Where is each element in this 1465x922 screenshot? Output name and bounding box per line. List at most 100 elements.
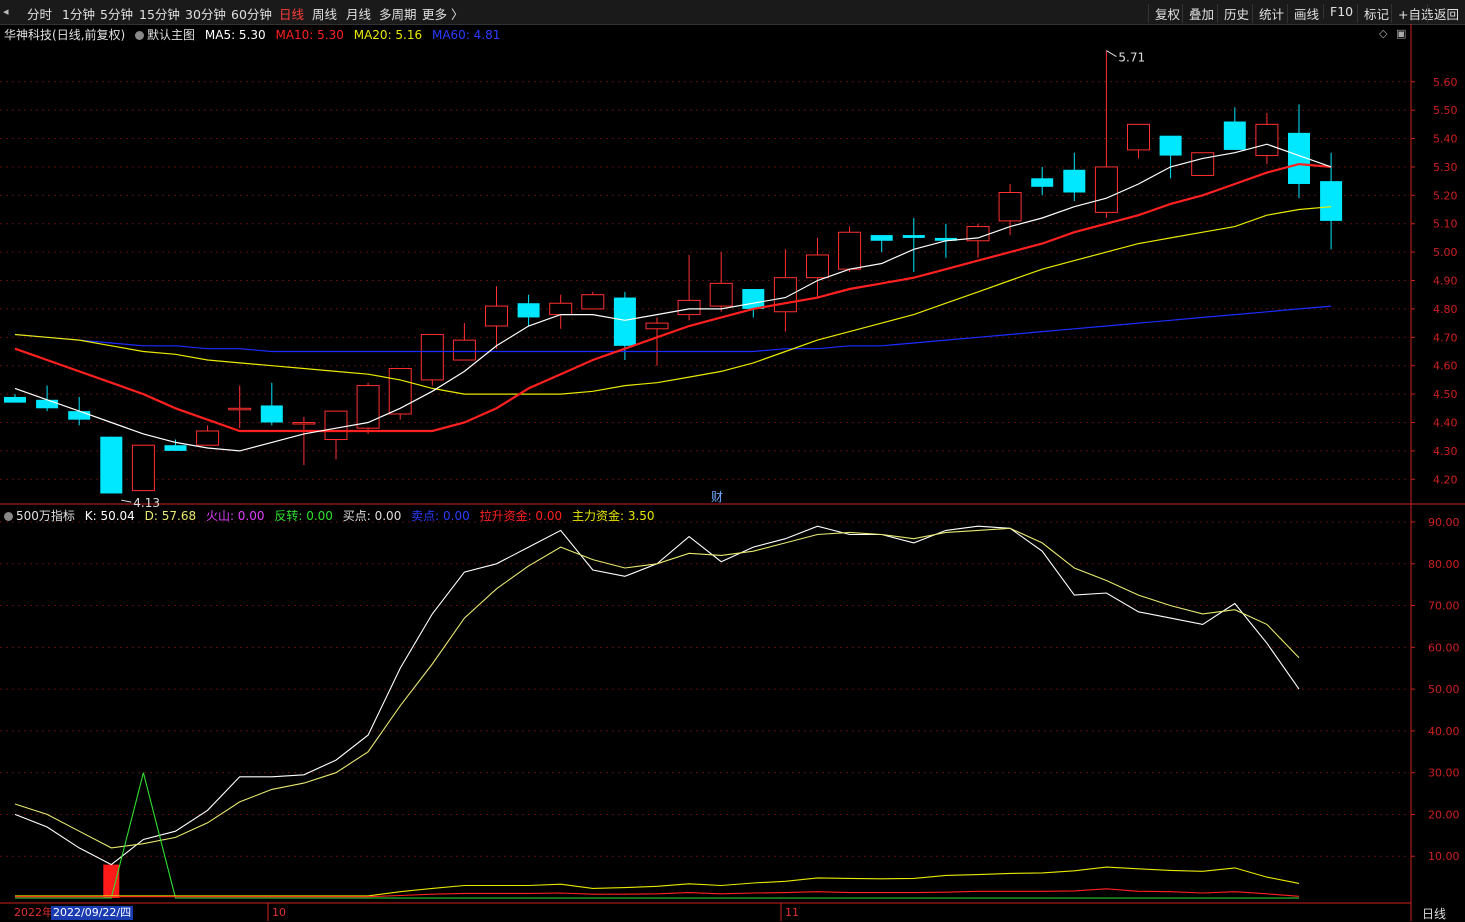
candle-body-up xyxy=(388,368,412,415)
high-marker-line xyxy=(1106,50,1117,57)
kline-chart[interactable]: 5.60 5.50 5.40 5.30 5.20 5.10 5.00 4.90 4.80 4.70… xyxy=(0,0,1465,921)
y-tick-label: 4.50 xyxy=(1433,388,1458,401)
candle-body-up xyxy=(420,333,444,381)
x-axis-month-label: 11 xyxy=(785,906,799,919)
candle-body-up xyxy=(645,322,669,330)
y-tick-label: 30.00 xyxy=(1428,767,1460,780)
indicator-legend: 500万指标 K: 50.04 D: 57.68 火山: 0.00 反转: 0.… xyxy=(4,507,661,524)
y-tick-label: 40.00 xyxy=(1428,725,1460,738)
ma10-value: MA10: 5.30 xyxy=(275,28,344,42)
series-主力资金 xyxy=(15,866,1300,897)
series-D xyxy=(14,527,1300,849)
y-tick-label: 70.00 xyxy=(1428,600,1460,613)
stock-name[interactable]: 华神科技 xyxy=(4,28,52,42)
indicator-dropdown-icon[interactable] xyxy=(4,512,13,521)
chart-mode: (日线,前复权) xyxy=(52,28,126,42)
zhuli-value: 主力资金: 3.50 xyxy=(571,509,655,523)
candle-body-up xyxy=(196,430,220,446)
y-tick-label: 4.80 xyxy=(1433,303,1458,316)
candle-body-down xyxy=(870,235,893,241)
ma60-value: MA60: 4.81 xyxy=(431,28,501,42)
y-tick-label: 4.20 xyxy=(1433,473,1458,486)
candle-body-down xyxy=(1223,121,1246,150)
candle-body-up xyxy=(1255,123,1279,157)
series-反转 xyxy=(15,772,1299,899)
y-tick-label: 50.00 xyxy=(1428,683,1460,696)
candle-body-up xyxy=(709,282,733,307)
y-tick-label: 60.00 xyxy=(1428,641,1460,654)
y-tick-label: 5.10 xyxy=(1433,218,1458,231)
y-tick-label: 5.50 xyxy=(1433,104,1458,117)
candle-body-down xyxy=(1031,178,1054,187)
candle-body-down xyxy=(100,436,123,494)
template-dropdown-icon[interactable] xyxy=(135,31,145,40)
candle-body-up xyxy=(677,299,701,316)
candle-body-up xyxy=(228,407,252,411)
candle-body-up xyxy=(838,231,862,270)
maidian2-value: 卖点: 0.00 xyxy=(411,509,470,523)
red-bar xyxy=(103,864,120,898)
indicator-name[interactable]: 500万指标 xyxy=(16,509,75,523)
candle-body-down xyxy=(4,396,26,403)
candle-body-up xyxy=(452,339,476,361)
template-name[interactable]: 默认主图 xyxy=(147,28,195,42)
candle-body-up xyxy=(324,410,348,441)
y-tick-label: 4.40 xyxy=(1433,416,1458,429)
y-tick-label: 4.60 xyxy=(1433,360,1458,373)
candle-body-up xyxy=(356,385,380,429)
candle-body-down xyxy=(1320,181,1343,221)
y-tick-label: 90.00 xyxy=(1428,516,1460,529)
candle-body-up xyxy=(998,191,1022,222)
candle-body-up xyxy=(1191,152,1215,176)
candle-body-up xyxy=(549,302,573,316)
y-tick-label: 10.00 xyxy=(1428,850,1460,863)
ma60-line xyxy=(14,305,1332,353)
period-indicator[interactable]: 日线 xyxy=(1422,905,1446,922)
series-K xyxy=(14,525,1300,866)
maidian-value: 买点: 0.00 xyxy=(342,509,402,523)
huoshan-value: 火山: 0.00 xyxy=(205,509,265,523)
y-tick-label: 80.00 xyxy=(1428,558,1460,571)
main-chart-legend: 华神科技(日线,前复权) 默认主图 MA5: 5.30 MA10: 5.30 M… xyxy=(4,26,506,43)
ma5-value: MA5: 5.30 xyxy=(204,28,266,42)
lasheng-value: 拉升资金: 0.00 xyxy=(479,509,563,523)
candle-body-up xyxy=(581,294,605,310)
candle-body-down xyxy=(1063,169,1086,193)
candle-body-up xyxy=(773,277,797,313)
low-marker-line xyxy=(121,499,132,503)
finance-marker: 财 xyxy=(711,490,723,504)
candle-body-up xyxy=(485,305,508,327)
ma5-line xyxy=(14,143,1332,452)
candle-body-down xyxy=(68,411,91,420)
candle-body-down xyxy=(742,289,765,309)
y-tick-label: 5.00 xyxy=(1433,246,1458,259)
ma20-value: MA20: 5.16 xyxy=(353,28,423,42)
candle-body-up xyxy=(1094,166,1118,213)
window-toggle-icon[interactable]: ▣ xyxy=(1396,27,1406,40)
candle-body-down xyxy=(902,235,925,238)
candle-body-up xyxy=(806,254,829,279)
y-tick-label: 5.30 xyxy=(1433,161,1458,174)
diamond-icon[interactable]: ◇ xyxy=(1379,27,1387,40)
k-value: K: 50.04 xyxy=(84,509,135,523)
y-tick-label: 4.30 xyxy=(1433,445,1458,458)
y-tick-label: 5.20 xyxy=(1433,189,1458,202)
candle-body-up xyxy=(131,444,155,492)
y-tick-label: 4.90 xyxy=(1433,275,1458,288)
candle-body-down xyxy=(164,445,187,451)
cursor-date-label: 2022/09/22/四 xyxy=(51,906,134,920)
candle-body-down xyxy=(613,297,636,346)
candle-body-down xyxy=(517,303,540,318)
candle-body-down xyxy=(1159,135,1182,156)
y-tick-label: 5.40 xyxy=(1433,133,1458,146)
candle-body-down xyxy=(260,405,283,423)
x-axis-month-label: 10 xyxy=(272,906,286,919)
candle-body-up xyxy=(292,421,316,425)
fanzhuan-value: 反转: 0.00 xyxy=(274,509,333,523)
y-tick-label: 4.70 xyxy=(1433,331,1458,344)
d-value: D: 57.68 xyxy=(144,509,197,523)
y-tick-label: 20.00 xyxy=(1428,808,1460,821)
x-axis-year-label: 2022年 xyxy=(14,906,53,919)
candle-body-up xyxy=(1127,123,1150,151)
y-tick-label: 5.60 xyxy=(1433,76,1458,89)
